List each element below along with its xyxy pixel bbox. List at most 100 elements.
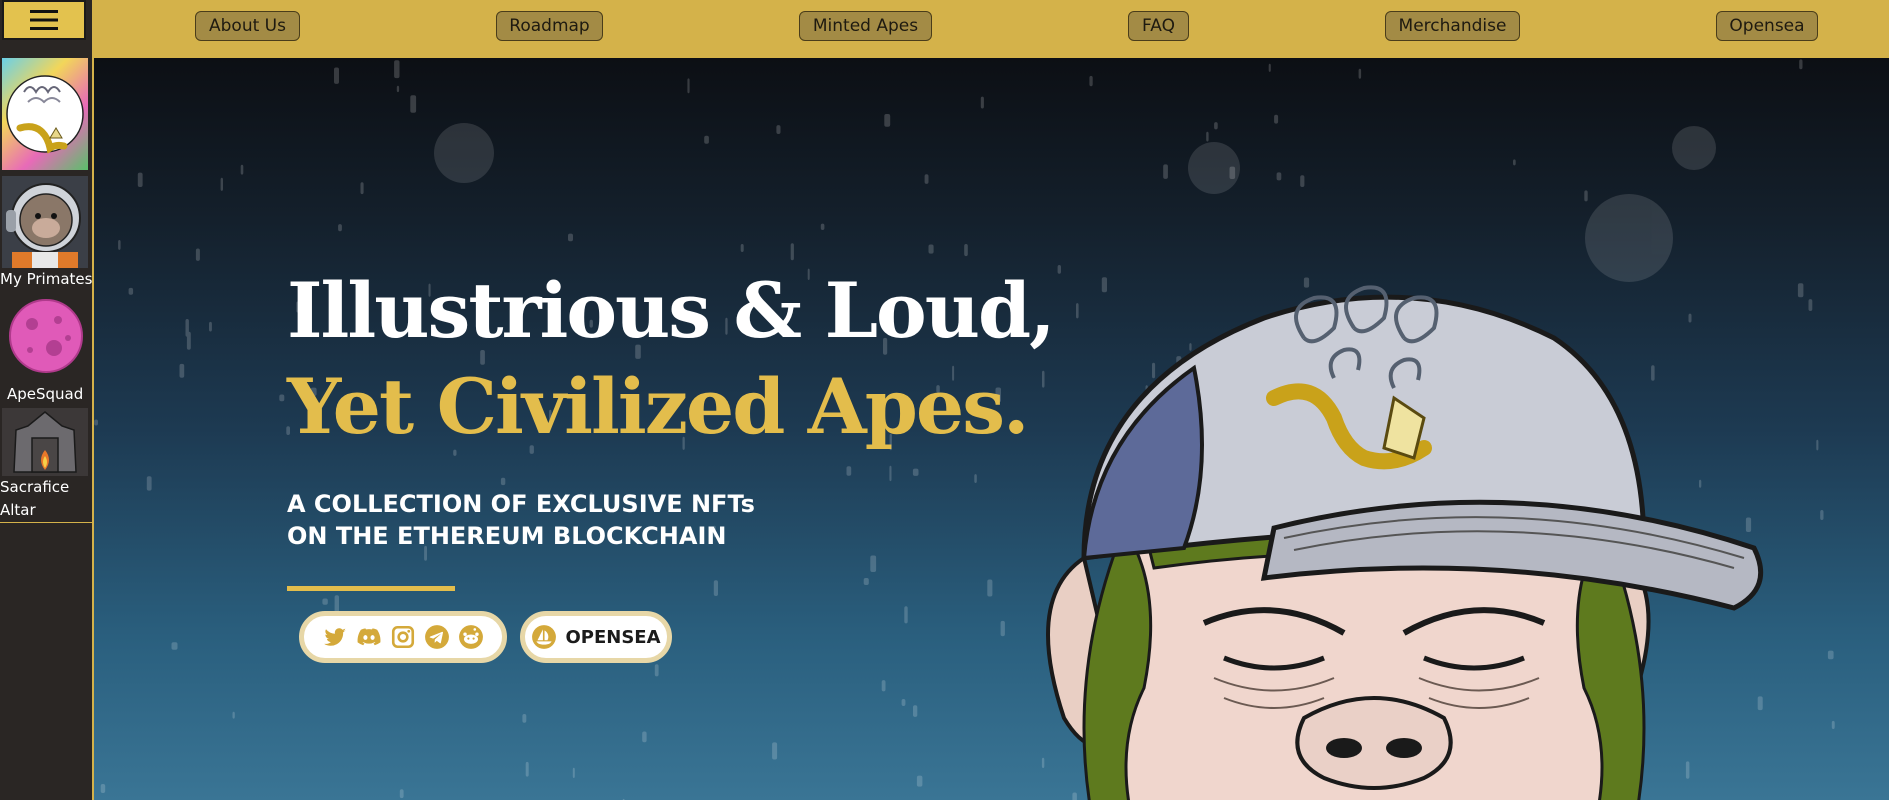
- raindrop: [232, 711, 235, 719]
- raindrop: [713, 580, 718, 596]
- raindrop: [884, 114, 891, 127]
- raindrop: [195, 248, 200, 261]
- raindrop: [179, 363, 185, 378]
- raindrop: [901, 699, 906, 706]
- raindrop: [1358, 68, 1362, 79]
- hero-subtitle: A COLLECTION OF EXCLUSIVE NFTs ON THE ET…: [287, 488, 847, 552]
- raindrop: [94, 419, 98, 426]
- raindrop: [881, 680, 886, 692]
- raindrop: [396, 85, 400, 93]
- social-links: [299, 611, 507, 663]
- raindrop: [913, 705, 918, 717]
- nav-opensea[interactable]: Opensea: [1716, 11, 1818, 41]
- hero-title-line1: Illustrious & Loud,: [287, 266, 1056, 355]
- sidebar-item-label: Sacrafice: [0, 478, 70, 496]
- hero-title-line2: Yet Civilized Apes.: [287, 362, 1030, 451]
- raindrop: [410, 95, 417, 113]
- telegram-icon[interactable]: [424, 624, 450, 650]
- sidebar-item-label: ApeSquad: [7, 385, 84, 403]
- raindrop: [1214, 122, 1218, 130]
- raindrop: [220, 177, 223, 191]
- sidebar-item-label: Altar: [0, 501, 36, 519]
- raindrop: [1163, 164, 1168, 179]
- nav-about-us[interactable]: About Us: [195, 11, 300, 41]
- reddit-icon[interactable]: [458, 624, 484, 650]
- astronaut-ape-icon: [2, 176, 88, 268]
- discord-icon[interactable]: [356, 624, 382, 650]
- sidebar-item-my-primates[interactable]: My Primates: [0, 176, 92, 288]
- twitter-icon[interactable]: [322, 624, 348, 650]
- raindrop: [279, 394, 285, 402]
- hero-divider: [287, 586, 455, 591]
- raindrop: [704, 135, 709, 144]
- raindrop: [1827, 650, 1834, 660]
- raindrop: [1816, 439, 1819, 451]
- raindrop: [980, 96, 984, 109]
- nav-faq[interactable]: FAQ: [1128, 11, 1189, 41]
- raindrop: [1831, 720, 1835, 729]
- opensea-label: OPENSEA: [565, 626, 661, 648]
- raindrop: [572, 767, 575, 778]
- raindrop: [1276, 172, 1282, 181]
- raindrop: [1300, 175, 1305, 187]
- raindrop: [240, 164, 244, 175]
- sidebar-item-apesquad[interactable]: ApeSquad: [0, 294, 92, 406]
- instagram-icon[interactable]: [390, 624, 416, 650]
- raindrop: [846, 466, 852, 476]
- raindrop: [334, 67, 339, 84]
- raindrop: [904, 606, 908, 624]
- raindrop: [924, 174, 929, 184]
- raindrop: [137, 172, 143, 187]
- raindrop: [1229, 166, 1236, 179]
- ape-illustration: [1046, 285, 1764, 800]
- banana-pipe-logo-icon: [2, 58, 88, 170]
- raindrop: [863, 578, 869, 585]
- raindrop: [870, 555, 877, 572]
- raindrop: [171, 642, 178, 650]
- raindrop: [687, 78, 690, 94]
- nav-minted-apes[interactable]: Minted Apes: [799, 11, 932, 41]
- top-nav: About Us Roadmap Minted Apes FAQ Merchan…: [94, 0, 1889, 58]
- raindrop: [338, 224, 342, 232]
- raindrop: [820, 223, 825, 230]
- raindrop: [928, 244, 934, 254]
- raindrop: [740, 244, 744, 252]
- raindrop: [128, 287, 134, 295]
- raindrop: [889, 465, 892, 482]
- raindrop: [322, 598, 328, 605]
- raindrop: [1799, 59, 1803, 70]
- raindrop: [146, 476, 152, 491]
- raindrop: [185, 319, 189, 337]
- pink-planet-icon: [2, 296, 88, 376]
- raindrop: [360, 182, 364, 195]
- raindrop: [394, 60, 400, 79]
- raindrop: [912, 468, 919, 476]
- hero-subtitle-line1: A COLLECTION OF EXCLUSIVE NFTs: [287, 490, 755, 518]
- raindrop: [522, 714, 527, 723]
- hero-section: Illustrious & Loud, Yet Civilized Apes. …: [94, 58, 1889, 800]
- raindrop: [1584, 190, 1588, 202]
- raindrop: [1268, 63, 1271, 72]
- raindrop: [1089, 75, 1093, 87]
- raindrop: [525, 761, 529, 777]
- raindrop: [399, 789, 404, 799]
- altar-icon: [2, 408, 88, 476]
- raindrop: [500, 477, 506, 486]
- raindrop: [654, 664, 659, 677]
- raindrop: [100, 784, 106, 793]
- raindrop: [916, 775, 923, 787]
- nav-merchandise[interactable]: Merchandise: [1385, 11, 1520, 41]
- hamburger-icon: [30, 10, 58, 30]
- raindrop: [1808, 299, 1813, 311]
- raindrop: [118, 240, 121, 250]
- sidebar-item-label: My Primates: [0, 270, 93, 288]
- raindrop: [1820, 510, 1824, 520]
- nav-roadmap[interactable]: Roadmap: [496, 11, 603, 41]
- raindrop: [568, 233, 573, 242]
- raindrop: [776, 125, 781, 134]
- opensea-button[interactable]: OPENSEA: [520, 611, 672, 663]
- sidebar-item-sacrafice-altar[interactable]: Sacrafice Altar: [0, 408, 92, 523]
- raindrop: [642, 731, 647, 743]
- sidebar-item-home[interactable]: [0, 58, 92, 170]
- menu-button[interactable]: [2, 0, 86, 40]
